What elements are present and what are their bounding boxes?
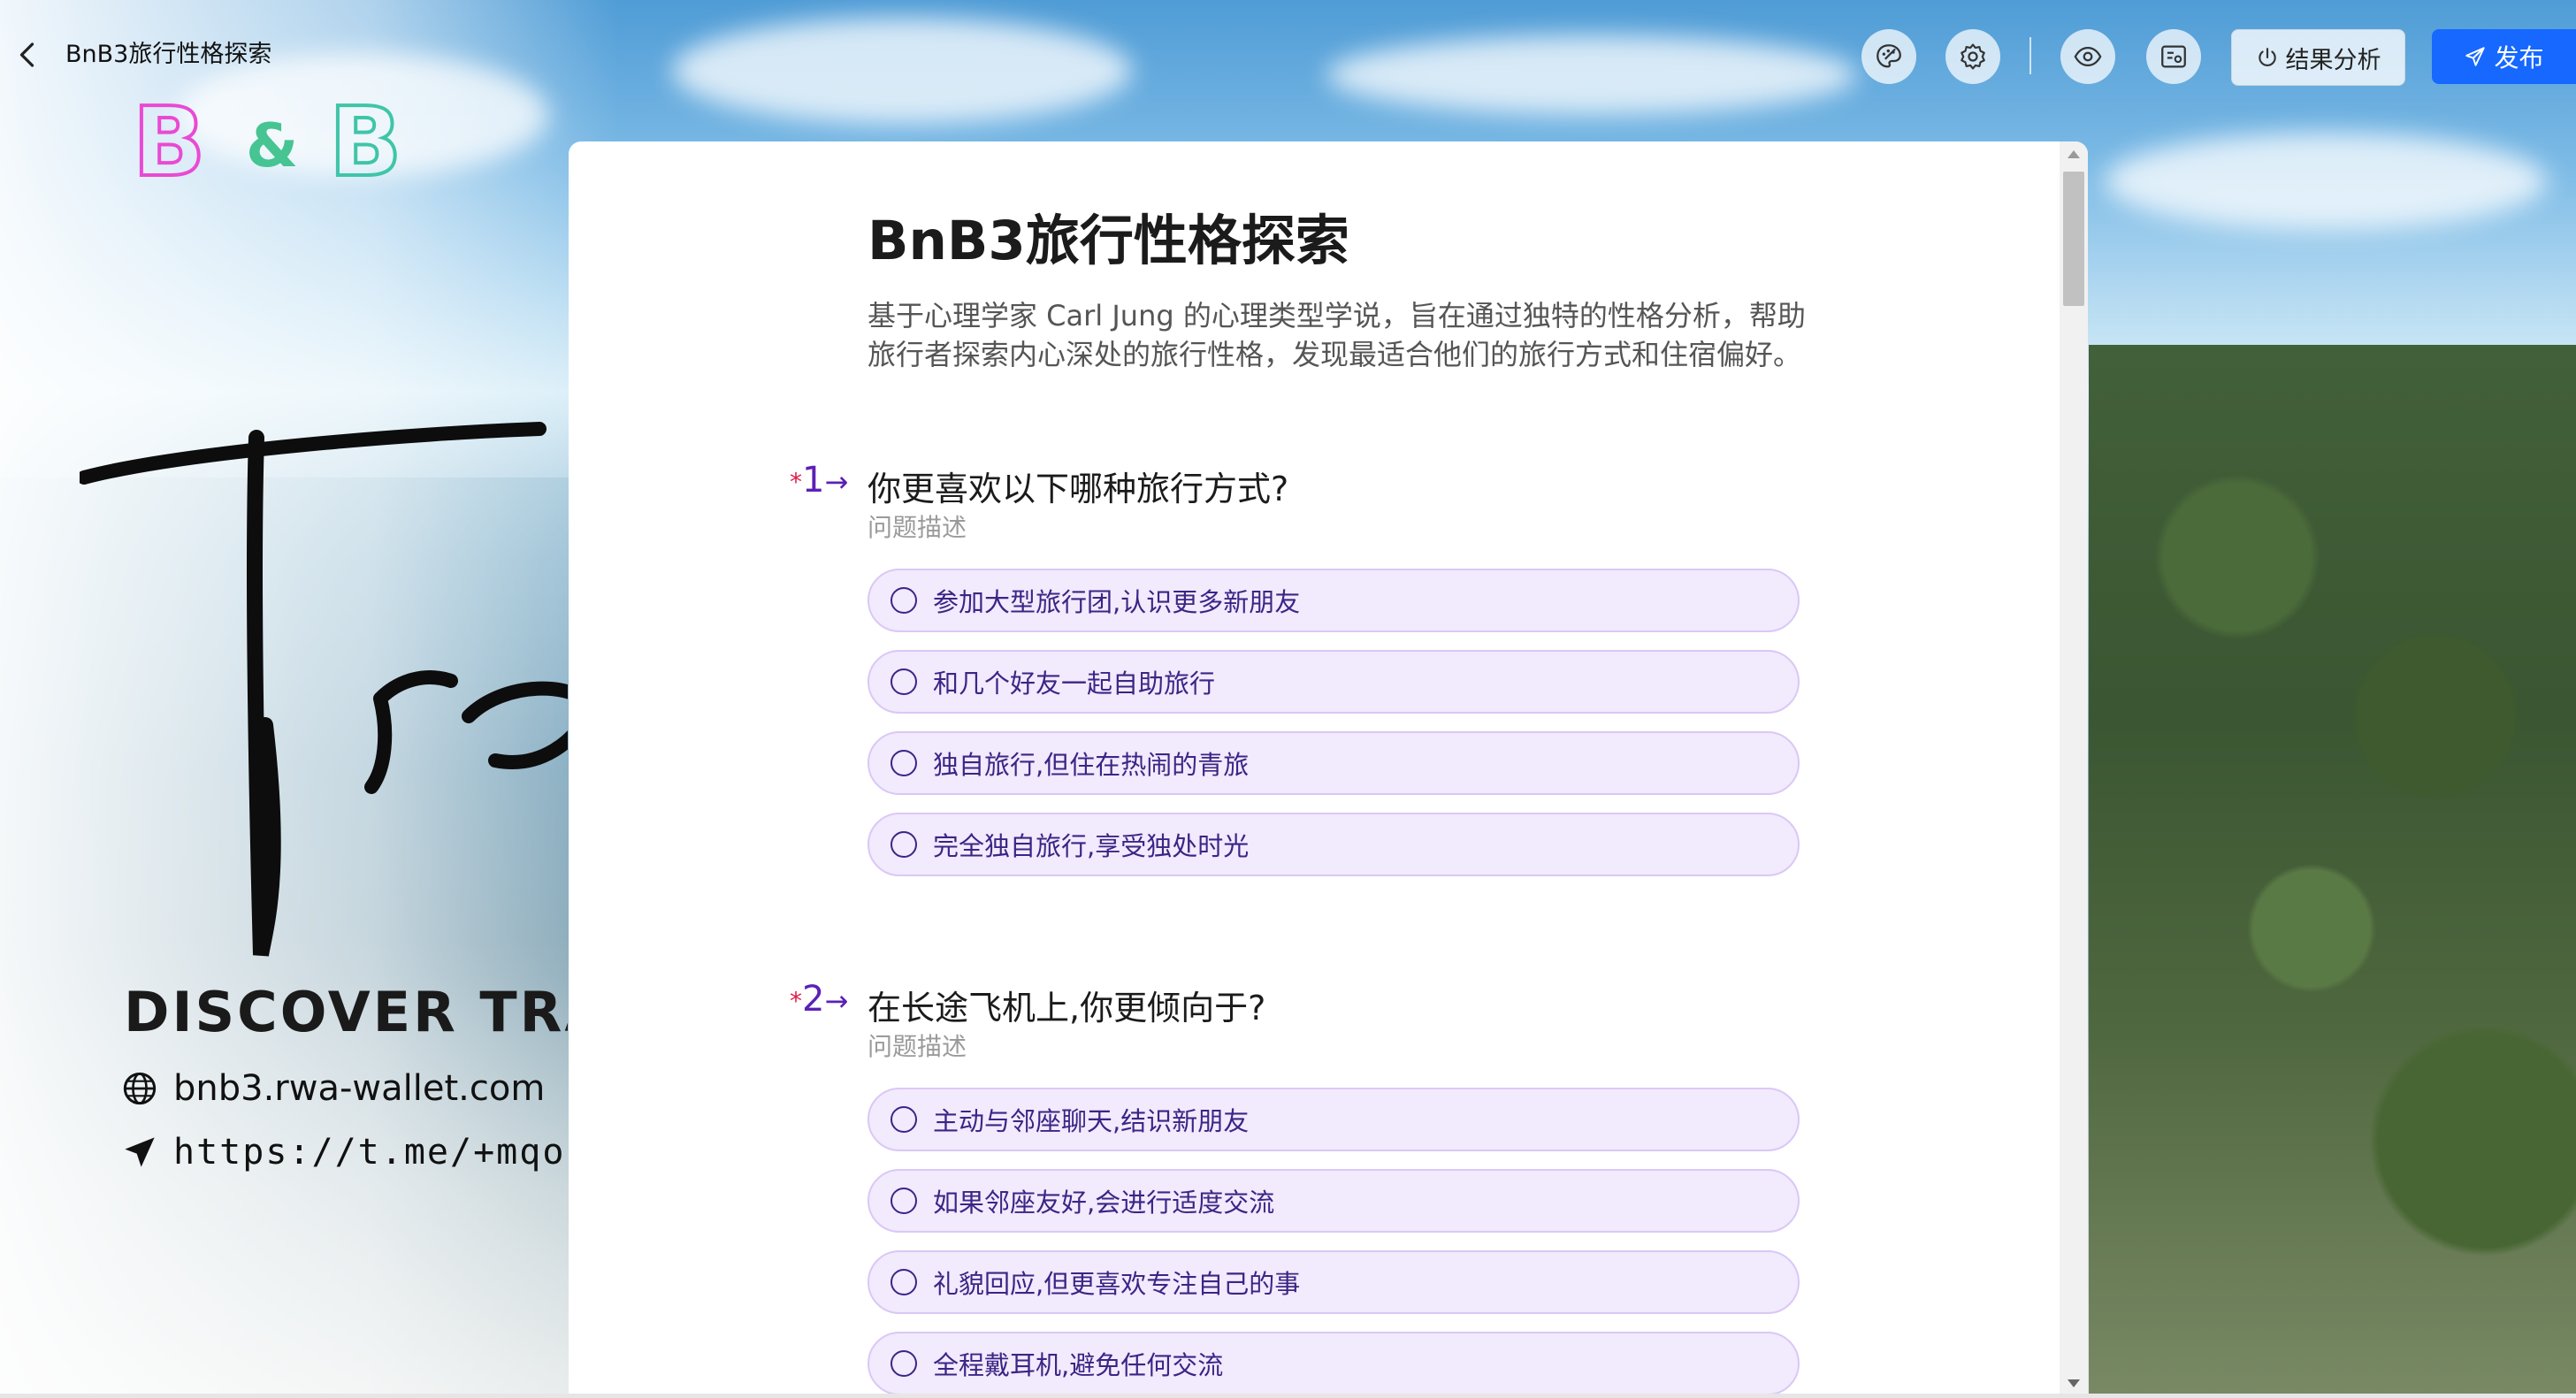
question-description[interactable]: 问题描述 bbox=[868, 1027, 967, 1063]
logo-ampersand: & bbox=[246, 111, 299, 181]
power-icon bbox=[2258, 48, 2276, 67]
radio-button[interactable] bbox=[891, 1269, 917, 1295]
radio-button[interactable] bbox=[891, 750, 917, 776]
gear-icon bbox=[1961, 43, 1985, 70]
answer-option[interactable]: 礼貌回应,但更喜欢专注自己的事 bbox=[868, 1250, 1800, 1314]
answer-option[interactable]: 全程戴耳机,避免任何交流 bbox=[868, 1332, 1800, 1395]
scrollbar[interactable] bbox=[2060, 141, 2088, 1398]
globe-icon bbox=[123, 1072, 157, 1105]
question-title[interactable]: 在长途飞机上,你更倾向于? bbox=[868, 981, 1265, 1029]
question-index: 1 bbox=[802, 460, 825, 500]
script-lettering bbox=[80, 422, 568, 957]
result-analysis-button[interactable]: 结果分析 bbox=[2231, 29, 2405, 86]
scroll-down-arrow-icon[interactable] bbox=[2068, 1379, 2080, 1387]
poster-website-row: bnb3.rwa-wallet.com bbox=[122, 1068, 545, 1109]
radio-button[interactable] bbox=[891, 1188, 917, 1214]
toolbar-divider bbox=[2029, 37, 2031, 74]
answer-option[interactable]: 参加大型旅行团,认识更多新朋友 bbox=[868, 569, 1800, 632]
palette-icon bbox=[1877, 44, 1901, 68]
theme-button[interactable] bbox=[1861, 29, 1916, 84]
form-description: 基于心理学家 Carl Jung 的心理类型学说，旨在通过独特的性格分析，帮助旅… bbox=[868, 299, 1806, 371]
result-analysis-label: 结果分析 bbox=[2285, 46, 2381, 74]
answer-option[interactable]: 和几个好友一起自助旅行 bbox=[868, 650, 1800, 714]
preview-button[interactable] bbox=[2060, 29, 2115, 84]
required-marker: * bbox=[790, 986, 802, 1016]
question-description[interactable]: 问题描述 bbox=[868, 508, 967, 544]
app-title: BnB3旅行性格探索 bbox=[65, 41, 272, 68]
poster-tagline: DISCOVER TRAV bbox=[124, 980, 568, 1044]
option-label: 如果邻座友好,会进行适度交流 bbox=[933, 1188, 1275, 1218]
required-marker: * bbox=[790, 467, 802, 497]
option-label: 礼貌回应,但更喜欢专注自己的事 bbox=[933, 1269, 1301, 1299]
option-label: 主动与邻座聊天,结识新朋友 bbox=[933, 1106, 1250, 1136]
settings-button[interactable] bbox=[1945, 29, 2000, 84]
option-label: 完全独自旅行,享受独处时光 bbox=[933, 831, 1250, 861]
send-icon bbox=[125, 1137, 155, 1167]
question-number: *1→ bbox=[790, 460, 848, 500]
arrow-icon: → bbox=[824, 465, 849, 499]
answer-option[interactable]: 主动与邻座聊天,结识新朋友 bbox=[868, 1088, 1800, 1151]
answer-option[interactable]: 独自旅行,但住在热闹的青旅 bbox=[868, 731, 1800, 795]
radio-button[interactable] bbox=[891, 831, 917, 858]
logo-letter-right: B bbox=[327, 88, 403, 198]
form-data-icon bbox=[2161, 45, 2186, 68]
scrollbar-thumb[interactable] bbox=[2063, 172, 2084, 306]
option-label: 和几个好友一起自助旅行 bbox=[933, 668, 1216, 699]
poster-telegram: https://t.me/+mqo32Fl bbox=[173, 1132, 568, 1173]
data-view-button[interactable] bbox=[2146, 29, 2201, 84]
radio-button[interactable] bbox=[891, 1350, 917, 1377]
back-arrow-icon[interactable] bbox=[12, 39, 44, 71]
form-title: BnB3旅行性格探索 bbox=[868, 210, 1349, 272]
option-label: 独自旅行,但住在热闹的青旅 bbox=[933, 750, 1250, 780]
answer-option[interactable]: 如果邻座友好,会进行适度交流 bbox=[868, 1169, 1800, 1233]
send-icon bbox=[2465, 47, 2486, 66]
publish-label: 发布 bbox=[2494, 43, 2544, 73]
question-index: 2 bbox=[802, 979, 825, 1020]
radio-button[interactable] bbox=[891, 1106, 917, 1133]
radio-button[interactable] bbox=[891, 587, 917, 614]
poster-telegram-row: https://t.me/+mqo32Fl bbox=[122, 1132, 568, 1173]
poster: B & B DISCOVER TRAV bnb3.rwa-wallet.com … bbox=[0, 0, 568, 1398]
publish-button[interactable]: 发布 bbox=[2432, 29, 2576, 84]
form-card: BnB3旅行性格探索 基于心理学家 Carl Jung 的心理类型学说，旨在通过… bbox=[569, 141, 2088, 1398]
logo-letter-left: B bbox=[131, 88, 207, 198]
scroll-up-arrow-icon[interactable] bbox=[2068, 150, 2080, 158]
bottom-edge bbox=[0, 1394, 2576, 1398]
question-title[interactable]: 你更喜欢以下哪种旅行方式? bbox=[868, 462, 1288, 510]
answer-option[interactable]: 完全独自旅行,享受独处时光 bbox=[868, 813, 1800, 876]
question-number: *2→ bbox=[790, 979, 848, 1020]
eye-icon bbox=[2074, 46, 2102, 67]
radio-button[interactable] bbox=[891, 668, 917, 695]
poster-website: bnb3.rwa-wallet.com bbox=[173, 1068, 546, 1109]
top-bar: BnB3旅行性格探索 结果分析 发布 bbox=[0, 0, 2576, 111]
option-label: 全程戴耳机,避免任何交流 bbox=[933, 1350, 1224, 1380]
option-label: 参加大型旅行团,认识更多新朋友 bbox=[933, 587, 1301, 617]
arrow-icon: → bbox=[824, 984, 849, 1018]
